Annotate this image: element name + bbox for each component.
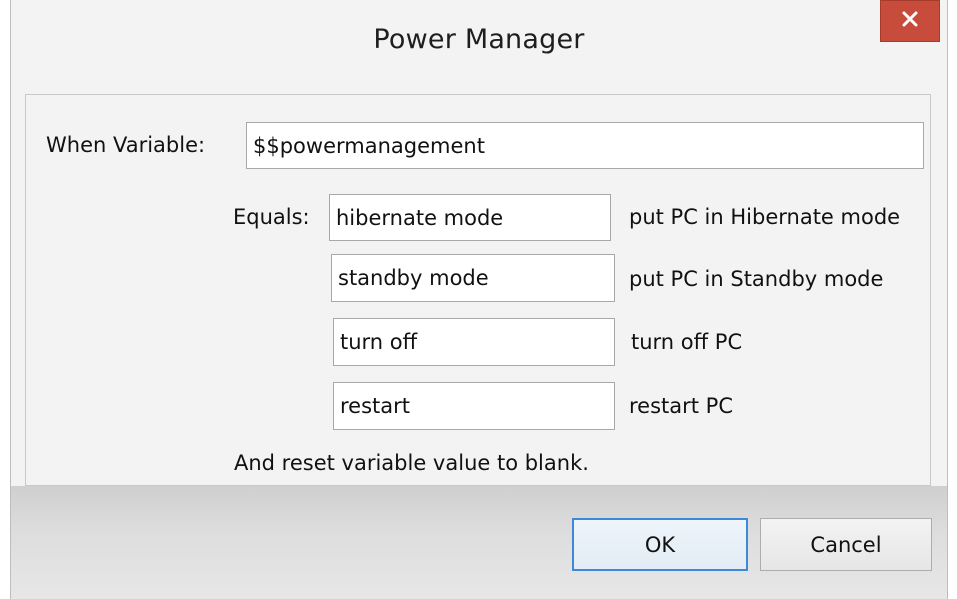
- variable-name-input[interactable]: [246, 122, 924, 169]
- restart-value-input[interactable]: [333, 382, 615, 430]
- close-button[interactable]: [880, 0, 940, 42]
- power-manager-dialog: Power Manager When Variable: Equals: put…: [10, 0, 948, 599]
- turn-off-description: turn off PC: [631, 330, 743, 354]
- reset-note: And reset variable value to blank.: [234, 451, 589, 475]
- hibernate-description: put PC in Hibernate mode: [629, 205, 901, 229]
- title-bar: Power Manager: [11, 0, 947, 94]
- ok-button[interactable]: OK: [572, 518, 748, 571]
- cancel-button[interactable]: Cancel: [760, 518, 932, 571]
- restart-description: restart PC: [629, 394, 734, 418]
- standby-description: put PC in Standby mode: [629, 267, 884, 291]
- standby-value-input[interactable]: [331, 254, 615, 302]
- window-title: Power Manager: [373, 24, 585, 55]
- equals-label: Equals:: [233, 205, 310, 229]
- close-icon: [902, 11, 918, 31]
- form-panel: When Variable: Equals: put PC in Hiberna…: [25, 94, 931, 486]
- turn-off-value-input[interactable]: [333, 318, 615, 366]
- hibernate-value-input[interactable]: [329, 194, 611, 241]
- button-bar: OK Cancel: [11, 486, 947, 599]
- when-variable-label: When Variable:: [46, 133, 206, 157]
